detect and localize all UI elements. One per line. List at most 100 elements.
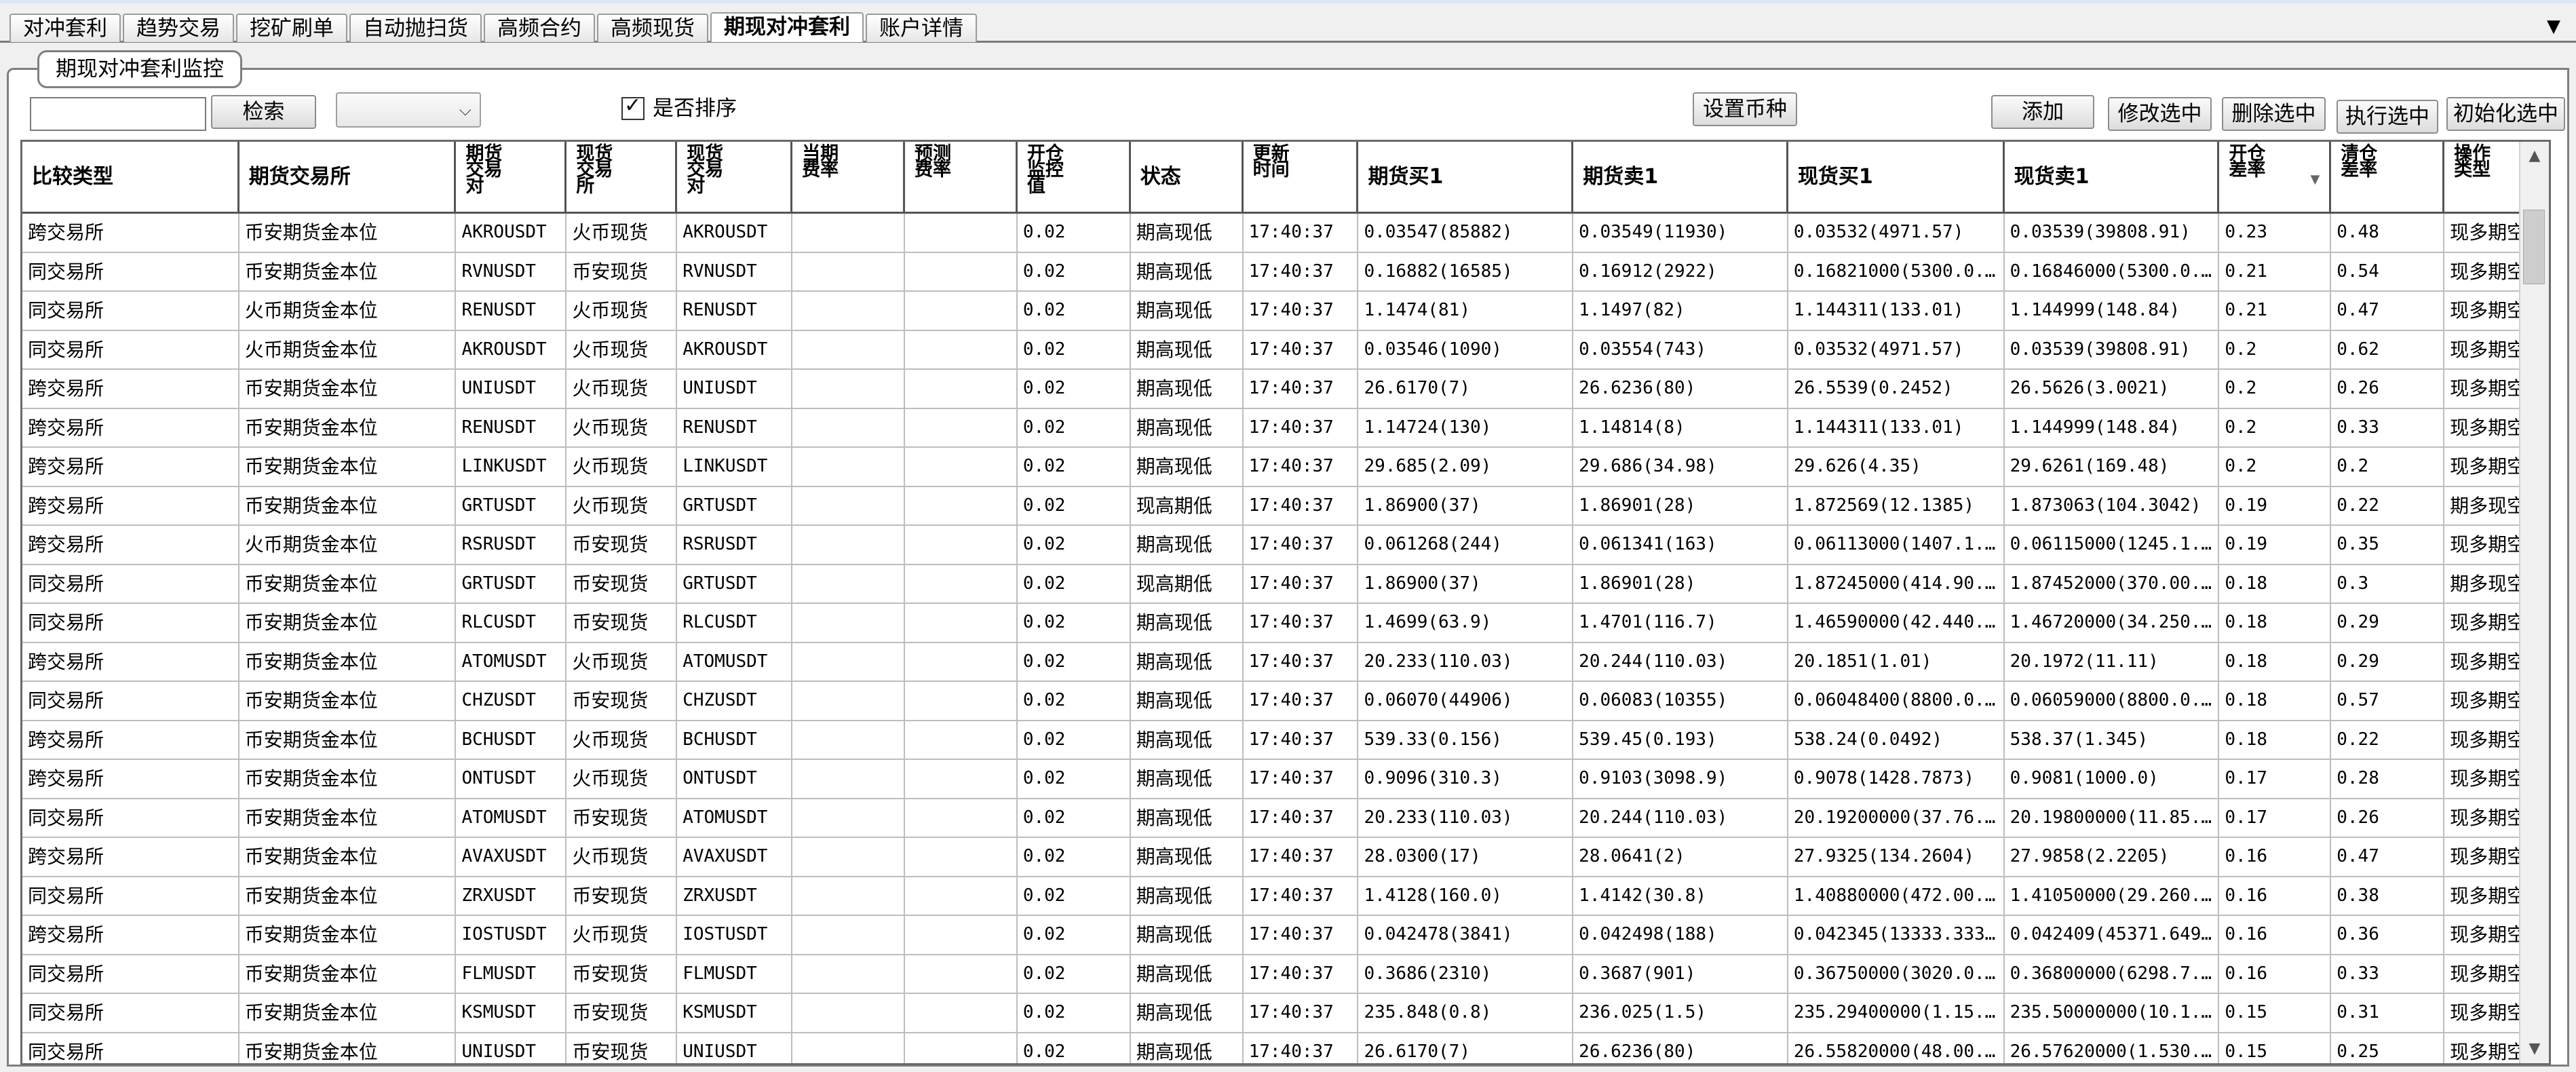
add-button[interactable]: 添加 (1991, 95, 2094, 129)
scroll-down-icon[interactable]: ▼ (2520, 1035, 2549, 1063)
tab-3[interactable]: 挖矿刷单 (236, 14, 347, 42)
table-cell: 火币现货 (566, 486, 678, 524)
vertical-scrollbar[interactable]: ▲ ▼ (2519, 142, 2549, 1063)
table-cell: 1.873063(104.3042) (2005, 486, 2220, 524)
table-row[interactable]: 同交易所 币安期货金本位 KSMUSDT 币安现货 KSMUSDT 0.02 期高现低 17:… (22, 994, 2549, 1033)
table-row[interactable]: 同交易所 火币期货金本位 AKROUSDT 火币现货 AKROUSDT 0.02 期高现低 1… (22, 330, 2549, 370)
table-cell (905, 1033, 1018, 1063)
table-cell: 539.33(0.156) (1358, 721, 1574, 759)
table-cell: 17:40:37 (1244, 486, 1359, 524)
column-header[interactable]: 现货交易对 (677, 142, 793, 212)
table-cell: 0.18 (2219, 682, 2332, 720)
table-cell: AKROUSDT (677, 214, 793, 252)
column-header[interactable]: 期货买1 (1358, 142, 1574, 212)
column-header[interactable]: 开仓监控值 (1018, 142, 1131, 212)
tab-5[interactable]: 高频合约 (484, 14, 595, 42)
table-cell: 0.16882(16585) (1358, 252, 1574, 290)
table-row[interactable]: 跨交易所 火币期货金本位 RSRUSDT 币安现货 RSRUSDT 0.02 期高现低 17:… (22, 526, 2549, 565)
column-header[interactable]: 开仓差率 ▼ (2219, 142, 2332, 212)
table-row[interactable]: 同交易所 币安期货金本位 RLCUSDT 币安现货 RLCUSDT 0.02 期高现低 17:… (22, 604, 2549, 643)
column-header[interactable]: 现货交易所 (566, 142, 678, 212)
table-row[interactable]: 同交易所 币安期货金本位 FLMUSDT 币安现货 FLMUSDT 0.02 期高现低 17:… (22, 955, 2549, 994)
column-header[interactable]: 期货交易对 (456, 142, 567, 212)
table-cell: 0.02 (1018, 721, 1131, 759)
table-cell: 0.22 (2331, 721, 2445, 759)
table-cell: 期高现低 (1131, 994, 1244, 1032)
table-row[interactable]: 同交易所 火币期货金本位 RENUSDT 火币现货 RENUSDT 0.02 期高现低 17:… (22, 292, 2549, 331)
table-cell: 0.02 (1018, 682, 1131, 720)
delete-selected-button[interactable]: 删除选中 (2222, 97, 2326, 131)
column-header-label: 更新时间 (1252, 143, 1290, 180)
table-cell: 17:40:37 (1244, 252, 1359, 290)
table-cell: 1.4701(116.7) (1573, 604, 1788, 642)
column-header[interactable]: 清仓差率 (2331, 142, 2445, 212)
table-row[interactable]: 跨交易所 币安期货金本位 ATOMUSDT 火币现货 ATOMUSDT 0.02 期高现低 1… (22, 643, 2549, 682)
table-cell: 0.061341(163) (1573, 526, 1788, 564)
table-cell: 0.02 (1018, 994, 1131, 1032)
table-cell: 火币现货 (566, 330, 678, 368)
filter-combo[interactable]: ⌵ (336, 92, 481, 128)
table-cell (792, 292, 905, 330)
table-cell: 0.02 (1018, 916, 1131, 954)
table-cell (905, 994, 1018, 1032)
scroll-up-icon[interactable]: ▲ (2520, 142, 2549, 170)
table-cell: 0.3 (2331, 564, 2445, 602)
table-cell: 同交易所 (22, 604, 239, 642)
tab-7[interactable]: 期现对冲套利 (710, 12, 864, 42)
table-cell: 26.6236(80) (1573, 1033, 1788, 1063)
table-cell: AKROUSDT (456, 214, 567, 252)
column-header[interactable]: 更新时间 (1244, 142, 1359, 212)
search-input[interactable] (30, 97, 206, 131)
table-cell: 期高现低 (1131, 292, 1244, 330)
table-row[interactable]: 同交易所 币安期货金本位 ZRXUSDT 币安现货 ZRXUSDT 0.02 期高现低 17:… (22, 877, 2549, 916)
column-header[interactable]: 现货买1 (1788, 142, 2005, 212)
table-cell: 期高现低 (1131, 252, 1244, 290)
column-header[interactable]: 现货卖1 (2005, 142, 2220, 212)
table-row[interactable]: 跨交易所 币安期货金本位 ONTUSDT 火币现货 ONTUSDT 0.02 期高现低 17:… (22, 760, 2549, 799)
column-header[interactable]: 当期费率 (792, 142, 905, 212)
initialize-selected-button[interactable]: 初始化选中 (2446, 97, 2565, 131)
arbitrage-grid[interactable]: 比较类型 期货交易所 期货交易对 现货交易所 现货交易对 当期费率 预测费率 开仓监控值 状态 更… (20, 140, 2551, 1065)
table-row[interactable]: 跨交易所 币安期货金本位 AVAXUSDT 火币现货 AVAXUSDT 0.02 期高现低 1… (22, 838, 2549, 877)
table-row[interactable]: 同交易所 币安期货金本位 GRTUSDT 币安现货 GRTUSDT 0.02 现高期低 17:… (22, 564, 2549, 604)
table-cell: 17:40:37 (1244, 526, 1359, 564)
scroll-thumb[interactable] (2523, 210, 2545, 284)
column-header[interactable]: 状态 (1131, 142, 1244, 212)
table-cell: FLMUSDT (456, 955, 567, 993)
column-header[interactable]: 预测费率 (905, 142, 1018, 212)
column-header-label: 期货卖1 (1583, 165, 1659, 189)
table-row[interactable]: 跨交易所 币安期货金本位 AKROUSDT 火币现货 AKROUSDT 0.02 期高现低 1… (22, 214, 2549, 253)
column-header[interactable]: 期货卖1 (1573, 142, 1788, 212)
tab-4[interactable]: 自动抛扫货 (349, 14, 482, 42)
table-cell: 币安期货金本位 (239, 721, 457, 759)
tab-8[interactable]: 账户详情 (866, 14, 977, 42)
column-header[interactable]: 期货交易所 (239, 142, 457, 212)
table-cell: 币安期货金本位 (239, 760, 457, 798)
table-row[interactable]: 跨交易所 币安期货金本位 GRTUSDT 火币现货 GRTUSDT 0.02 现高期低 17:… (22, 486, 2549, 526)
tab-2[interactable]: 趋势交易 (123, 14, 234, 42)
table-row[interactable]: 同交易所 币安期货金本位 ATOMUSDT 币安现货 ATOMUSDT 0.02 期高现低 1… (22, 799, 2549, 838)
table-cell: 0.2 (2331, 448, 2445, 486)
table-cell: 0.2 (2219, 408, 2332, 446)
table-row[interactable]: 跨交易所 币安期货金本位 RENUSDT 火币现货 RENUSDT 0.02 期高现低 17:… (22, 408, 2549, 448)
table-row[interactable]: 同交易所 币安期货金本位 UNIUSDT 币安现货 UNIUSDT 0.02 期高现低 17:… (22, 1033, 2549, 1063)
tab-1[interactable]: 对冲套利 (9, 14, 121, 42)
table-cell: 币安期货金本位 (239, 682, 457, 720)
table-cell: 币安现货 (566, 526, 678, 564)
table-row[interactable]: 跨交易所 币安期货金本位 UNIUSDT 火币现货 UNIUSDT 0.02 期高现低 17:… (22, 370, 2549, 409)
table-row[interactable]: 跨交易所 币安期货金本位 LINKUSDT 火币现货 LINKUSDT 0.02 期高现低 1… (22, 448, 2549, 487)
table-row[interactable]: 同交易所 币安期货金本位 RVNUSDT 币安现货 RVNUSDT 0.02 期高现低 17:… (22, 252, 2549, 292)
execute-selected-button[interactable]: 执行选中 (2337, 100, 2438, 134)
panel-title: 期现对冲套利监控 (37, 50, 242, 88)
table-cell: ATOMUSDT (677, 799, 793, 837)
tab-overflow-icon[interactable]: ▼ (2543, 16, 2564, 37)
search-button[interactable]: 检索 (211, 95, 316, 129)
table-row[interactable]: 同交易所 币安期货金本位 CHZUSDT 币安现货 CHZUSDT 0.02 期高现低 17:… (22, 682, 2549, 721)
table-row[interactable]: 跨交易所 币安期货金本位 BCHUSDT 火币现货 BCHUSDT 0.02 期高现低 17:… (22, 721, 2549, 760)
sort-checkbox[interactable]: ✓ (621, 94, 645, 120)
column-header[interactable]: 比较类型 (22, 142, 239, 212)
tab-6[interactable]: 高频现货 (597, 14, 708, 42)
edit-selected-button[interactable]: 修改选中 (2108, 97, 2212, 131)
table-row[interactable]: 跨交易所 币安期货金本位 IOSTUSDT 火币现货 IOSTUSDT 0.02 期高现低 1… (22, 916, 2549, 955)
set-currency-button[interactable]: 设置币种 (1693, 92, 1797, 126)
